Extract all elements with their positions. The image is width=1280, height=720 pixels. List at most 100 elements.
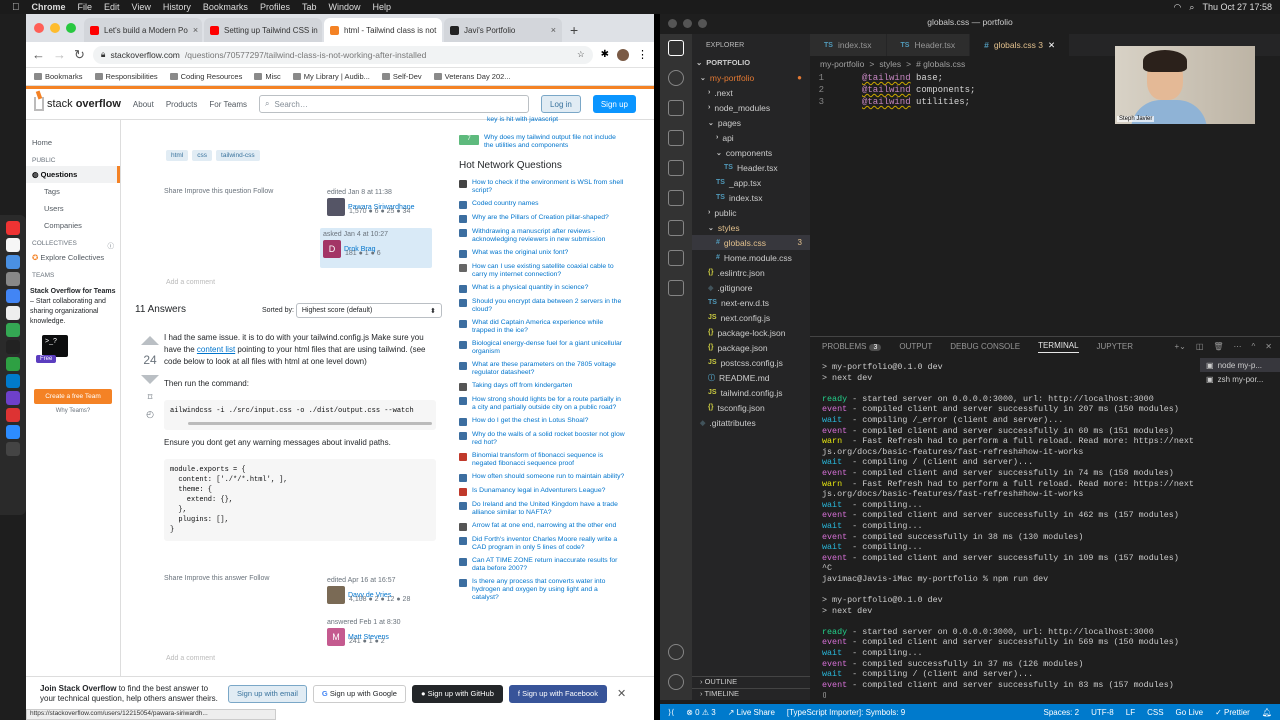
editor-tab[interactable]: TS index.tsx xyxy=(810,34,887,56)
close-window-button[interactable] xyxy=(34,23,44,33)
question-tag[interactable]: css xyxy=(192,150,213,161)
notebook-icon[interactable] xyxy=(668,220,684,236)
reload-icon[interactable]: ↻ xyxy=(74,47,85,63)
menubar-item[interactable]: Help xyxy=(372,2,391,12)
file-tree-item[interactable]: › public xyxy=(692,205,810,220)
menubar-item[interactable]: File xyxy=(78,2,93,12)
hot-network-question[interactable]: How to check if the environment is WSL f… xyxy=(459,179,626,195)
nav-tags[interactable]: Tags xyxy=(26,183,120,200)
file-tree-item[interactable]: JS postcss.config.js xyxy=(692,355,810,370)
hot-network-question[interactable]: Is Dunamancy legal in Adventurers League… xyxy=(459,487,626,496)
menubar-app-name[interactable]: Chrome xyxy=(32,2,66,12)
chrome-tab[interactable]: Setting up Tailwind CSS in× xyxy=(204,18,322,42)
dock-app-icon[interactable] xyxy=(6,442,20,456)
ellipsis-icon[interactable]: ⋯ xyxy=(1234,342,1242,351)
history-icon[interactable]: ◴ xyxy=(140,409,160,420)
bookmark-star-icon[interactable]: ☆ xyxy=(577,49,585,60)
forward-icon[interactable]: → xyxy=(53,47,66,62)
signup-email-button[interactable]: Sign up with email xyxy=(228,684,307,703)
nav-for-teams[interactable]: For Teams xyxy=(209,100,247,109)
menubar-item[interactable]: Edit xyxy=(104,2,120,12)
question-actions[interactable]: Share Improve this question Follow xyxy=(164,188,273,195)
file-tree-item[interactable]: › .next xyxy=(692,85,810,100)
hot-network-question[interactable]: Coded country names xyxy=(459,200,626,209)
hot-network-question[interactable]: How often should someone run to maintain… xyxy=(459,473,626,482)
dock-app-icon[interactable] xyxy=(6,408,20,422)
file-tree-item[interactable]: ◆ .gitignore xyxy=(692,280,810,295)
hot-network-question[interactable]: What is a physical quantity in science? xyxy=(459,284,626,293)
zoom-window-button[interactable] xyxy=(66,23,76,33)
address-bar[interactable]: 🔒︎ stackoverflow.com/questions/70577297/… xyxy=(92,45,593,64)
hot-network-question[interactable]: Should you encrypt data between 2 server… xyxy=(459,298,626,314)
bookmark-item[interactable]: Responsibilities xyxy=(94,72,158,81)
indentation-status[interactable]: Spaces: 2 xyxy=(1044,708,1080,717)
hot-network-question[interactable]: What did Captain America experience whil… xyxy=(459,319,626,335)
close-tab-icon[interactable]: ✕ xyxy=(1048,40,1055,51)
dock-app-icon[interactable] xyxy=(6,340,20,354)
extensions-icon[interactable]: ✱ xyxy=(601,49,609,60)
hot-network-question[interactable]: Arrow fat at one end, narrowing at the o… xyxy=(459,522,626,531)
tab-terminal[interactable]: TERMINAL xyxy=(1038,341,1079,353)
tab-debug-console[interactable]: DEBUG CONSOLE xyxy=(950,342,1020,351)
so-logo[interactable]: stack overflow xyxy=(34,97,121,111)
bookmark-item[interactable]: Veterans Day 202... xyxy=(433,72,511,81)
close-tab-icon[interactable]: × xyxy=(441,25,442,35)
tab-output[interactable]: OUTPUT xyxy=(899,342,932,351)
wifi-icon[interactable]: ◠ xyxy=(1174,2,1182,13)
bell-icon[interactable]: 🔔︎ xyxy=(1262,708,1272,717)
encoding-status[interactable]: UTF-8 xyxy=(1091,708,1114,717)
timeline-header[interactable]: › TIMELINE xyxy=(692,688,810,700)
hot-network-question[interactable]: Did Forth's inventor Charles Moore reall… xyxy=(459,536,626,552)
apple-icon[interactable]:  xyxy=(12,2,20,13)
maximize-panel-icon[interactable]: ^ xyxy=(1252,342,1256,351)
nav-companies[interactable]: Companies xyxy=(26,217,120,234)
file-tree-item[interactable]: ⓘ README.md xyxy=(692,370,810,385)
hot-network-question[interactable]: Taking days off from kindergarten xyxy=(459,382,626,391)
chrome-tab[interactable]: html - Tailwind class is not × xyxy=(324,18,442,42)
problems-status[interactable]: ⊗ 0 ⚠ 3 xyxy=(686,708,715,717)
signup-github-button[interactable]: ● Sign up with GitHub xyxy=(411,684,503,703)
dock-app-icon[interactable] xyxy=(6,374,20,388)
file-tree-item[interactable]: # Home.module.css xyxy=(692,250,810,265)
menubar-datetime[interactable]: Thu Oct 27 17:58 xyxy=(1202,2,1272,12)
explorer-icon[interactable] xyxy=(668,40,684,56)
chrome-tab[interactable]: Javi's Portfolio × xyxy=(444,18,562,42)
docker-icon[interactable] xyxy=(668,190,684,206)
hot-network-question[interactable]: Do Ireland and the United Kingdom have a… xyxy=(459,501,626,517)
related-question[interactable]: key is hit with javascript xyxy=(487,116,558,123)
add-comment-link[interactable]: Add a comment xyxy=(166,279,215,286)
new-terminal-icon[interactable]: +⌄ xyxy=(1174,342,1185,351)
bookmark-item[interactable]: My Library | Audib... xyxy=(292,72,370,81)
menubar-item[interactable]: View xyxy=(132,2,151,12)
menubar-item[interactable]: Tab xyxy=(302,2,317,12)
nav-explore-collectives[interactable]: ✪ Explore Collectives xyxy=(26,249,120,266)
live-share-status[interactable]: ↗ Live Share xyxy=(728,708,775,717)
menubar-item[interactable]: History xyxy=(163,2,191,12)
why-teams-link[interactable]: Why Teams? xyxy=(26,408,120,414)
dock-app-icon[interactable] xyxy=(6,391,20,405)
sort-select[interactable]: Highest score (default) ⬍ xyxy=(295,303,442,318)
outline-header[interactable]: › OUTLINE xyxy=(692,676,810,688)
avatar[interactable]: D xyxy=(323,240,341,258)
chrome-menu-icon[interactable]: ⋮ xyxy=(637,48,648,61)
code-scrollbar[interactable] xyxy=(188,422,432,425)
related-question[interactable]: 7 Why does my tailwind output file not i… xyxy=(459,134,619,150)
dock-app-icon[interactable] xyxy=(6,255,20,269)
language-status[interactable]: CSS xyxy=(1147,708,1163,717)
file-tree-item[interactable]: ⌄ pages xyxy=(692,115,810,130)
file-tree-item[interactable]: {} package.json xyxy=(692,340,810,355)
hot-network-question[interactable]: How can I use existing satellite coaxial… xyxy=(459,263,626,279)
gear-icon[interactable] xyxy=(668,674,684,690)
file-tree-item[interactable]: TS next-env.d.ts xyxy=(692,295,810,310)
file-tree-item[interactable]: TS Header.tsx xyxy=(692,160,810,175)
avatar[interactable]: M xyxy=(327,628,345,646)
bookmark-icon[interactable]: ⌑ xyxy=(140,392,160,403)
search-icon[interactable]: ⌕ xyxy=(1189,2,1194,13)
file-tree-item[interactable]: JS next.config.js xyxy=(692,310,810,325)
edited-date[interactable]: edited Jan 8 at 11:38 xyxy=(327,189,433,196)
search-icon[interactable] xyxy=(668,70,684,86)
kill-terminal-icon[interactable]: 🗑︎ xyxy=(1213,342,1223,351)
create-team-button[interactable]: Create a free Team xyxy=(34,389,112,404)
signup-facebook-button[interactable]: f Sign up with Facebook xyxy=(508,684,607,703)
live-share-icon[interactable] xyxy=(668,280,684,296)
